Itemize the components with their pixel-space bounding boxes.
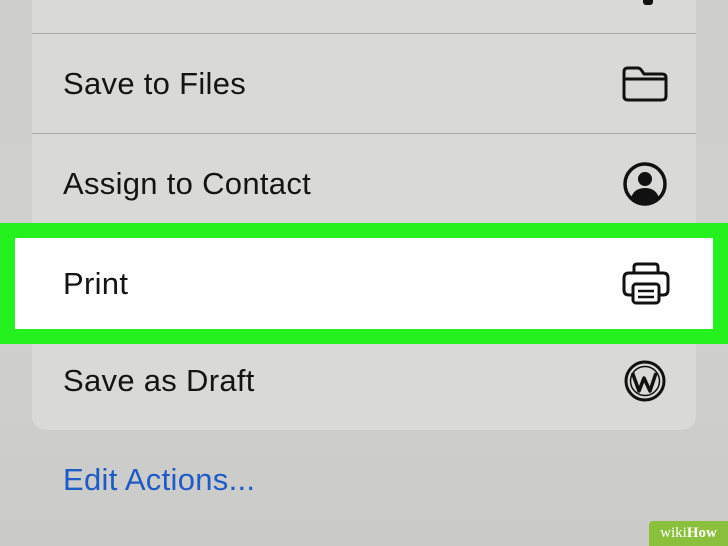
previous-row-icon-tail [643,0,653,5]
action-assign-to-contact[interactable]: Assign to Contact [32,134,696,233]
action-label: Print [63,265,129,301]
action-label: Save to Files [63,65,247,101]
contact-icon [620,159,670,209]
action-save-as-draft[interactable]: Save as Draft [32,331,696,430]
printer-icon [621,259,671,309]
wordpress-icon [620,356,670,406]
action-save-to-files[interactable]: Save to Files [32,34,696,133]
action-print[interactable]: Print [15,238,713,329]
action-label: Assign to Contact [63,165,312,201]
folder-icon [620,59,670,109]
wikihow-watermark: wiki How [649,521,728,546]
watermark-prefix: wiki [660,525,687,541]
watermark-suffix: How [686,525,717,541]
edit-actions-link[interactable]: Edit Actions... [63,462,255,498]
action-label: Save as Draft [63,362,255,398]
